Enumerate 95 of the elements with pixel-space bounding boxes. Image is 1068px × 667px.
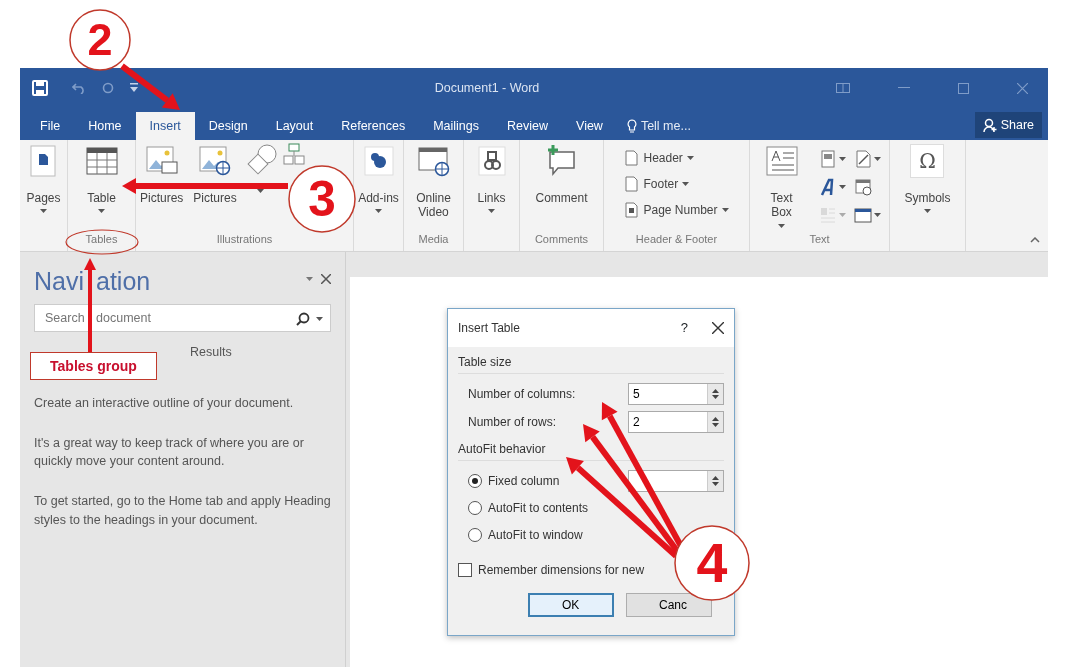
ribbon-tab[interactable]: Mailings [419,112,493,140]
field-label: Number of rows: [468,414,558,431]
ribbon-button[interactable]: Footer [621,173,732,195]
ribbon-button[interactable]: Header [621,147,732,169]
group-label: Tables [85,232,118,246]
ribbon-button[interactable]: Links [472,143,511,215]
close-icon[interactable] [321,274,331,284]
save-icon[interactable] [32,80,48,96]
up-down-icon [712,417,719,427]
group-label: Text [809,232,830,246]
page-icon [624,176,640,192]
video-icon [416,144,451,178]
up-down-icon [712,475,719,486]
help-text: To get started, go to the Home tab and apply Heading styles to the headings in your document. [34,493,331,529]
ribbon-button[interactable]: Text Box [756,143,807,229]
pane-tab[interactable]: Results [184,341,238,363]
field-label: Number of columns: [468,386,577,403]
spin-button[interactable] [707,470,723,491]
table-icon [84,144,119,178]
ribbon-button[interactable]: Online Video [408,143,459,221]
ribbon-tab[interactable]: Home [74,112,136,140]
object-icon [853,206,872,224]
drop-cap-icon [818,206,837,224]
arrow [120,63,180,110]
caret-icon [306,277,313,281]
redo-icon[interactable] [102,82,114,94]
ribbon-button[interactable]: Pictures [138,143,186,207]
section-heading: Table size [458,353,724,374]
tell-me-field[interactable]: Tell me... [616,112,701,140]
group-label: Header & Footer [635,232,718,246]
page-icon [624,150,640,166]
ribbon-tab[interactable]: Design [194,112,262,140]
ribbon-tab[interactable]: References [327,112,420,140]
smartart-icon [282,143,305,165]
pane-title: Navi [34,266,84,296]
group-label: Comments [534,232,589,246]
group-label: Illustrations [216,232,273,246]
customize-icon[interactable] [130,83,138,93]
checkbox[interactable] [458,562,472,577]
step-badge: 4 [674,525,750,601]
checkbox-label: Remember dimensions for new [478,561,645,579]
option-label: AutoFit to contents [488,499,590,517]
signature-icon [853,150,872,168]
tell-me-text: Tell me... [640,117,691,135]
quick-parts-icon [818,150,837,168]
ribbon-tab[interactable]: Insert [135,112,195,140]
symbols-button[interactable]: Ω Symbols [902,143,953,215]
ribbon-display-icon[interactable] [836,83,850,93]
ribbon-button[interactable]: Add-ins [356,143,401,215]
page-number-icon [624,202,640,218]
pane-title: ation [96,266,151,296]
help-text: Create an interactive outline of your document. [34,395,295,412]
store-icon [361,144,396,178]
ribbon-button[interactable]: Page Number [621,199,732,221]
dialog-title: Insert Table [458,320,521,337]
picture-icon [198,144,233,178]
spin-button[interactable] [707,412,723,432]
ribbon-tab[interactable]: Review [493,112,562,140]
up-down-icon [712,389,719,399]
search-field[interactable]: Search document [34,304,331,332]
collapse-icon[interactable] [1030,237,1040,243]
step-badge: 2 [69,9,131,71]
close-icon[interactable] [712,322,724,334]
text-box-icon [764,144,799,178]
help-text: It's a great way to keep track of where you are or quickly move your content around. [34,435,305,471]
window-title: Document1 - Word [433,79,541,97]
minimize-icon[interactable] [898,87,910,89]
spin-button[interactable] [707,384,723,404]
calendar-icon [853,178,872,196]
radio-button[interactable] [468,473,482,488]
ribbon-tab[interactable]: View [562,112,617,140]
callout-label: Tables group [30,352,157,380]
ribbon-button[interactable]: Comment [533,143,590,207]
group-label: Media [418,232,449,246]
person-icon [982,117,997,133]
ribbon-tab[interactable]: File [26,112,75,140]
maximize-icon[interactable] [958,82,969,94]
dialog-button[interactable]: OK [528,593,614,617]
radio-button[interactable] [468,527,482,542]
step-badge: 3 [288,165,356,233]
help-button[interactable]: ? [680,318,688,338]
lightbulb-icon [626,118,637,134]
ribbon-tab[interactable]: Layout [261,112,328,140]
symbol-glyph: Ω [910,144,945,178]
ribbon-button[interactable]: Pictures [191,143,239,207]
ribbon-button[interactable]: Pages [24,143,63,215]
undo-icon[interactable] [72,82,86,94]
search-icon[interactable] [296,312,310,326]
radio-button[interactable] [468,500,482,515]
share-button[interactable]: Share [974,112,1042,138]
ribbon-button[interactable]: Table [82,143,121,215]
option-label: AutoFit to window [488,526,584,544]
dialog-button[interactable]: Canc [626,593,712,617]
option-label: Fixed column [488,472,561,490]
caret-icon [316,317,323,321]
